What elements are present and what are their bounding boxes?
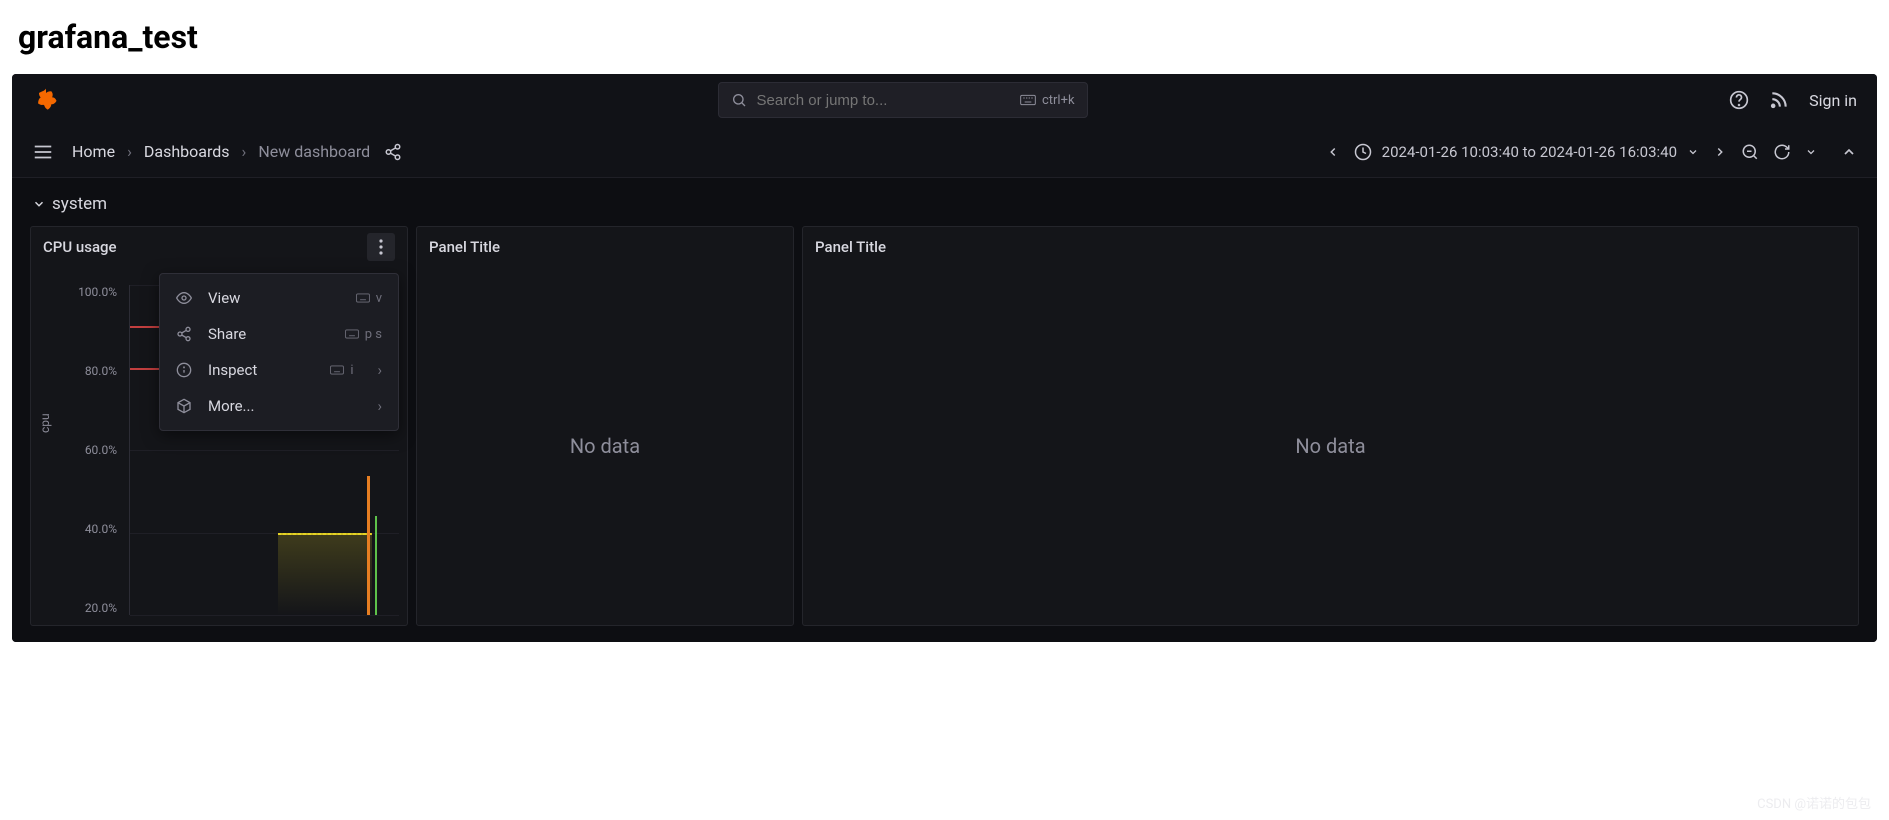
chevron-right-icon: › <box>377 397 382 415</box>
menu-label: Inspect <box>208 361 316 379</box>
menu-shortcut: p s <box>345 327 382 342</box>
clock-icon <box>1354 143 1372 161</box>
panel-title: Panel Title <box>815 238 886 256</box>
panel-body: No data <box>417 267 793 625</box>
cube-icon <box>176 398 194 414</box>
topbar: ctrl+k Sign in <box>12 74 1877 126</box>
panel-cpu-usage: CPU usage cpu 100.0% 80.0% 60.0% 40.0% 2… <box>30 226 408 626</box>
page-heading: grafana_test <box>0 0 1889 74</box>
menu-item-more[interactable]: More... › <box>160 388 398 424</box>
menu-shortcut: v <box>356 291 382 306</box>
zoom-out-icon[interactable] <box>1741 143 1759 161</box>
panel-title: Panel Title <box>429 238 500 256</box>
panel-context-menu: View v Share p s <box>159 273 399 431</box>
collapse-up-icon[interactable] <box>1841 144 1857 160</box>
search-icon <box>731 92 747 108</box>
panel-menu-button[interactable] <box>367 233 395 261</box>
chevron-down-icon <box>1687 146 1699 158</box>
row-toggle[interactable]: system <box>30 194 1859 214</box>
y-tick: 60.0% <box>69 443 117 457</box>
refresh-icon[interactable] <box>1773 143 1791 161</box>
keyboard-icon <box>356 293 370 303</box>
menu-label: More... <box>208 397 363 415</box>
menu-shortcut: i <box>330 363 353 378</box>
chevron-right-icon: › <box>377 361 382 379</box>
search-input[interactable] <box>757 92 1010 109</box>
cpu-series <box>278 533 372 616</box>
info-icon <box>176 362 194 378</box>
help-icon[interactable] <box>1729 90 1749 110</box>
hamburger-icon[interactable] <box>32 141 54 163</box>
time-back-icon[interactable] <box>1326 145 1340 159</box>
no-data-text: No data <box>1295 434 1365 458</box>
y-tick: 40.0% <box>69 522 117 536</box>
search-shortcut-hint: ctrl+k <box>1020 93 1075 108</box>
y-tick: 20.0% <box>69 601 117 615</box>
spike <box>367 476 370 615</box>
panels-container: CPU usage cpu 100.0% 80.0% 60.0% 40.0% 2… <box>30 226 1859 626</box>
chevron-down-icon <box>32 197 46 211</box>
row-title: system <box>52 194 107 214</box>
no-data-text: No data <box>570 434 640 458</box>
watermark: CSDN @诺诺的包包 <box>1757 793 1871 812</box>
chevron-right-icon: › <box>242 142 247 161</box>
eye-icon <box>176 290 194 306</box>
menu-label: Share <box>208 325 331 343</box>
breadcrumb-current: New dashboard <box>258 142 370 161</box>
share-icon[interactable] <box>384 143 402 161</box>
shortcut-text: ctrl+k <box>1042 93 1075 108</box>
share-icon <box>176 326 194 342</box>
grafana-logo-icon[interactable] <box>32 86 60 114</box>
panel-title-2: Panel Title No data <box>802 226 1859 626</box>
panel-body: No data <box>803 267 1858 625</box>
breadcrumb-dashboards[interactable]: Dashboards <box>144 142 230 161</box>
y-axis-label: cpu <box>38 413 52 433</box>
refresh-dropdown-icon[interactable] <box>1805 146 1817 158</box>
menu-item-inspect[interactable]: Inspect i › <box>160 352 398 388</box>
menu-item-share[interactable]: Share p s <box>160 316 398 352</box>
dashboard-content: system CPU usage cpu 100.0% 80.0% <box>12 178 1877 642</box>
search-container: ctrl+k <box>718 82 1088 118</box>
time-controls: 2024-01-26 10:03:40 to 2024-01-26 16:03:… <box>1326 143 1857 161</box>
y-tick: 80.0% <box>69 364 117 378</box>
search-box[interactable]: ctrl+k <box>718 82 1088 118</box>
topbar-right: Sign in <box>1729 90 1857 110</box>
panel-header: Panel Title <box>803 227 1858 267</box>
time-forward-icon[interactable] <box>1713 145 1727 159</box>
panel-title-1: Panel Title No data <box>416 226 794 626</box>
chevron-right-icon: › <box>127 142 132 161</box>
sign-in-link[interactable]: Sign in <box>1809 91 1857 110</box>
breadcrumb: Home › Dashboards › New dashboard <box>72 142 370 161</box>
menu-item-view[interactable]: View v <box>160 280 398 316</box>
rss-icon[interactable] <box>1769 90 1789 110</box>
spike <box>375 516 377 615</box>
menu-label: View <box>208 289 342 307</box>
breadcrumb-home[interactable]: Home <box>72 142 115 161</box>
grafana-app: ctrl+k Sign in Home › Dashboards › New d… <box>12 74 1877 642</box>
time-range-text: 2024-01-26 10:03:40 to 2024-01-26 16:03:… <box>1382 143 1677 161</box>
panel-title: CPU usage <box>43 238 117 256</box>
panel-header: Panel Title <box>417 227 793 267</box>
subbar: Home › Dashboards › New dashboard 2024-0… <box>12 126 1877 178</box>
y-axis-ticks: 100.0% 80.0% 60.0% 40.0% 20.0% <box>75 285 123 615</box>
y-tick: 100.0% <box>69 285 117 299</box>
keyboard-icon <box>345 329 359 339</box>
keyboard-icon <box>330 365 344 375</box>
keyboard-icon <box>1020 94 1036 106</box>
panel-header: CPU usage <box>31 227 407 267</box>
time-range-picker[interactable]: 2024-01-26 10:03:40 to 2024-01-26 16:03:… <box>1354 143 1699 161</box>
